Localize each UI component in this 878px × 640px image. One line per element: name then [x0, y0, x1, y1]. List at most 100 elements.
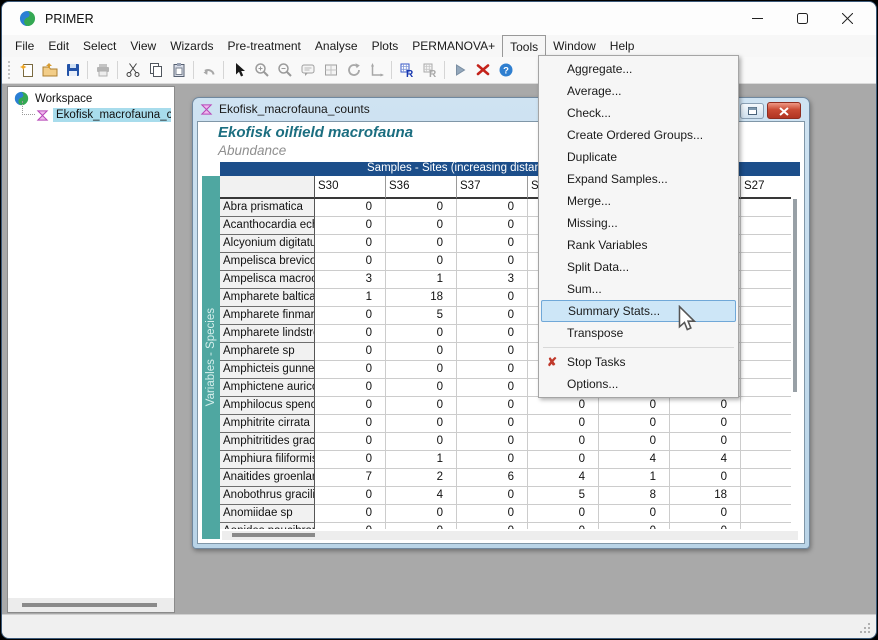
data-cell[interactable]: 0	[386, 361, 457, 379]
data-cell[interactable]: 0	[457, 505, 528, 523]
menu-pre-treatment[interactable]: Pre-treatment	[221, 35, 308, 57]
data-cell[interactable]: 0	[457, 415, 528, 433]
data-cell[interactable]	[741, 379, 791, 397]
menu-help[interactable]: Help	[603, 35, 642, 57]
save-icon[interactable]	[61, 59, 84, 81]
data-cell[interactable]: 0	[670, 397, 741, 415]
data-cell[interactable]	[741, 469, 791, 487]
species-name-cell[interactable]: Abra prismatica	[220, 199, 315, 217]
column-header[interactable]: S30	[315, 176, 386, 199]
species-name-cell[interactable]: Amphiura filiformis	[220, 451, 315, 469]
menu-item-merge[interactable]: Merge...	[539, 190, 738, 212]
data-cell[interactable]: 0	[386, 199, 457, 217]
rotate-icon[interactable]	[342, 59, 365, 81]
data-cell[interactable]: 0	[457, 253, 528, 271]
data-cell[interactable]	[741, 307, 791, 325]
data-cell[interactable]: 0	[386, 379, 457, 397]
data-cell[interactable]	[741, 433, 791, 451]
data-cell[interactable]: 0	[528, 433, 599, 451]
column-header[interactable]: S37	[457, 176, 528, 199]
data-cell[interactable]	[741, 235, 791, 253]
menu-item-duplicate[interactable]: Duplicate	[539, 146, 738, 168]
species-name-cell[interactable]: Acanthocardia echinata	[220, 217, 315, 235]
menu-item-average[interactable]: Average...	[539, 80, 738, 102]
data-cell[interactable]: 4	[528, 469, 599, 487]
data-cell[interactable]: 0	[457, 361, 528, 379]
data-cell[interactable]	[741, 361, 791, 379]
cut-icon[interactable]	[121, 59, 144, 81]
data-cell[interactable]: 0	[386, 343, 457, 361]
species-name-cell[interactable]: Amphitritides gracilis	[220, 433, 315, 451]
species-name-cell[interactable]: Amphicteis gunneri	[220, 361, 315, 379]
table-hscrollbar-thumb[interactable]	[232, 533, 315, 537]
paste-icon[interactable]	[167, 59, 190, 81]
species-name-cell[interactable]: Alcyonium digitatum	[220, 235, 315, 253]
data-cell[interactable]: 0	[315, 199, 386, 217]
species-name-cell[interactable]: Ampelisca macrocephala	[220, 271, 315, 289]
data-cell[interactable]: 0	[599, 505, 670, 523]
data-cell[interactable]: 5	[528, 487, 599, 505]
menu-item-check[interactable]: Check...	[539, 102, 738, 124]
data-cell[interactable]: 0	[315, 343, 386, 361]
data-cell[interactable]: 4	[386, 487, 457, 505]
menu-item-rank-variables[interactable]: Rank Variables	[539, 234, 738, 256]
menu-item-aggregate[interactable]: Aggregate...	[539, 58, 738, 80]
species-name-cell[interactable]: Anobothrus gracilis	[220, 487, 315, 505]
data-cell[interactable]: 0	[457, 325, 528, 343]
menu-item-transpose[interactable]: Transpose	[539, 322, 738, 344]
data-cell[interactable]: 0	[599, 433, 670, 451]
data-cell[interactable]: 0	[315, 325, 386, 343]
data-cell[interactable]: 0	[528, 415, 599, 433]
data-cell[interactable]: 0	[386, 217, 457, 235]
data-cell[interactable]: 3	[457, 271, 528, 289]
data-cell[interactable]	[741, 523, 791, 529]
data-cell[interactable]: 1	[386, 271, 457, 289]
close-document-button[interactable]	[767, 102, 801, 119]
data-cell[interactable]	[741, 343, 791, 361]
data-cell[interactable]: 0	[386, 235, 457, 253]
menu-permanova[interactable]: PERMANOVA+	[405, 35, 502, 57]
species-name-cell[interactable]: Amphitrite cirrata	[220, 415, 315, 433]
data-cell[interactable]: 1	[599, 469, 670, 487]
data-cell[interactable]: 1	[386, 451, 457, 469]
data-cell[interactable]: 0	[670, 469, 741, 487]
menu-item-sum[interactable]: Sum...	[539, 278, 738, 300]
data-cell[interactable]: 2	[386, 469, 457, 487]
help-icon[interactable]: ?	[494, 59, 517, 81]
data-cell[interactable]: 0	[386, 433, 457, 451]
menu-item-summary-stats[interactable]: Summary Stats...	[541, 300, 736, 322]
data-cell[interactable]	[741, 325, 791, 343]
menu-view[interactable]: View	[123, 35, 163, 57]
data-cell[interactable]: 0	[457, 199, 528, 217]
data-cell[interactable]: 0	[386, 325, 457, 343]
data-cell[interactable]: 0	[315, 235, 386, 253]
data-cell[interactable]: 4	[599, 451, 670, 469]
data-cell[interactable]	[741, 505, 791, 523]
new-workspace-icon[interactable]	[15, 59, 38, 81]
data-cell[interactable]: 5	[386, 307, 457, 325]
data-cell[interactable]: 0	[457, 289, 528, 307]
data-cell[interactable]: 0	[315, 307, 386, 325]
data-cell[interactable]: 0	[599, 523, 670, 529]
species-name-cell[interactable]: Ampharete lindstroemi	[220, 325, 315, 343]
data-cell[interactable]: 0	[457, 397, 528, 415]
labels-icon[interactable]	[296, 59, 319, 81]
pointer-icon[interactable]	[227, 59, 250, 81]
data-cell[interactable]: 0	[315, 379, 386, 397]
data-cell[interactable]: 6	[457, 469, 528, 487]
undo-icon[interactable]	[197, 59, 220, 81]
menu-window[interactable]: Window	[546, 35, 603, 57]
data-cell[interactable]: 0	[315, 397, 386, 415]
data-cell[interactable]: 0	[670, 415, 741, 433]
data-cell[interactable]	[741, 199, 791, 217]
data-cell[interactable]: 0	[315, 505, 386, 523]
workspace-horizontal-scrollbar[interactable]	[8, 598, 174, 612]
menu-item-create-ordered-groups[interactable]: Create Ordered Groups...	[539, 124, 738, 146]
data-cell[interactable]: 0	[670, 505, 741, 523]
close-button[interactable]	[825, 2, 870, 35]
menu-plots[interactable]: Plots	[365, 35, 406, 57]
species-name-cell[interactable]: Anomiidae sp	[220, 505, 315, 523]
data-cell[interactable]: 0	[315, 523, 386, 529]
data-cell[interactable]: 0	[528, 451, 599, 469]
data-cell[interactable]	[741, 217, 791, 235]
